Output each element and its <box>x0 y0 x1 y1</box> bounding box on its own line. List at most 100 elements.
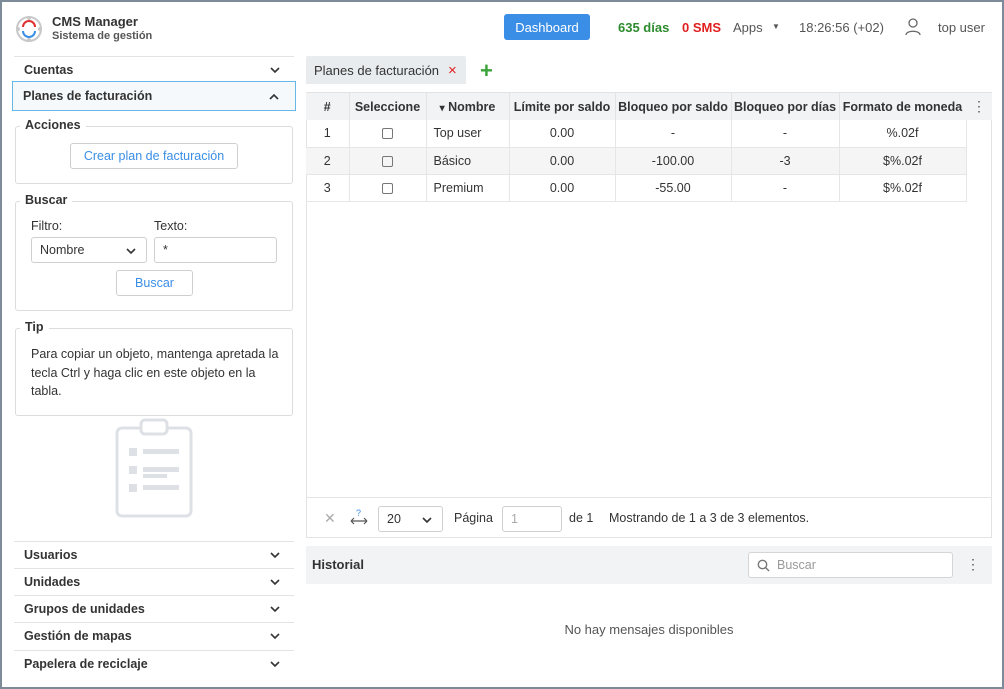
chevron-down-icon <box>270 606 280 613</box>
page-size-value: 20 <box>387 512 401 526</box>
cell-currency: $%.02f <box>839 174 967 202</box>
create-billing-plan-button[interactable]: Crear plan de facturación <box>70 143 238 169</box>
history-empty-message: No hay mensajes disponibles <box>564 622 734 637</box>
cell-block-days: - <box>731 120 840 148</box>
pager: ✕ ? 20 Página 1 de 1 Mostrando de 1 a 3 … <box>306 497 992 538</box>
row-checkbox[interactable] <box>382 155 393 167</box>
search-button[interactable]: Buscar <box>116 270 193 296</box>
column-header-name[interactable]: ▾ Nombre <box>426 93 510 120</box>
cell-limit: 0.00 <box>509 147 616 175</box>
clipboard-icon <box>115 418 193 518</box>
filter-select-value: Nombre <box>40 243 85 257</box>
close-tab-icon[interactable]: × <box>448 62 457 79</box>
app-window: CMS Manager Sistema de gestión Dashboard… <box>0 0 1004 689</box>
sidebar-section-usuarios[interactable]: Usuarios <box>14 541 294 568</box>
section-label: Grupos de unidades <box>24 602 145 616</box>
cell-name[interactable]: Premium <box>426 174 510 202</box>
search-icon <box>757 559 770 572</box>
sidebar-section-papelera[interactable]: Papelera de reciclaje <box>14 650 294 677</box>
actions-legend: Acciones <box>20 118 86 132</box>
sidebar-section-unidades[interactable]: Unidades <box>14 568 294 595</box>
search-legend: Buscar <box>20 193 73 207</box>
table-row[interactable]: 3 Premium 0.00 -55.00 - $%.02f <box>306 174 967 202</box>
tip-legend: Tip <box>20 320 49 334</box>
row-checkbox[interactable] <box>382 182 393 194</box>
page-number-input[interactable]: 1 <box>502 506 562 532</box>
section-label: Papelera de reciclaje <box>24 657 148 671</box>
chevron-down-icon <box>126 248 136 255</box>
top-bar: CMS Manager Sistema de gestión Dashboard… <box>2 2 1002 54</box>
column-header-block-days[interactable]: Bloqueo por días <box>731 93 840 120</box>
tab-label: Planes de facturación <box>314 62 440 78</box>
sms-counter: 0 SMS <box>682 20 722 35</box>
autofit-columns-icon[interactable]: ? <box>350 508 368 526</box>
chevron-down-icon <box>270 552 280 559</box>
history-search-input[interactable]: Buscar <box>748 552 953 578</box>
cell-number: 2 <box>306 147 350 175</box>
app-title: CMS Manager <box>52 14 138 29</box>
chevron-down-icon <box>270 67 280 74</box>
cell-limit: 0.00 <box>509 120 616 148</box>
apps-menu[interactable]: Apps <box>733 20 763 35</box>
table-row[interactable]: 2 Básico 0.00 -100.00 -3 $%.02f <box>306 147 967 175</box>
chevron-down-icon <box>422 517 432 524</box>
tab-billing-plans[interactable]: Planes de facturación <box>306 56 466 84</box>
history-search-placeholder: Buscar <box>777 558 816 572</box>
section-label: Usuarios <box>24 548 78 562</box>
clock: 18:26:56 (+02) <box>799 20 884 35</box>
column-header-currency[interactable]: Formato de moneda <box>839 93 967 120</box>
column-menu-icon[interactable]: ⋮ <box>966 93 992 120</box>
chevron-down-icon <box>270 579 280 586</box>
add-tab-icon[interactable]: + <box>480 58 493 84</box>
svg-text:?: ? <box>356 508 361 518</box>
page-size-select[interactable]: 20 <box>378 506 443 532</box>
chevron-down-icon <box>270 633 280 640</box>
cell-number: 3 <box>306 174 350 202</box>
sidebar-section-planes[interactable]: Planes de facturación <box>12 81 296 111</box>
filter-select[interactable]: Nombre <box>31 237 147 263</box>
cell-currency: %.02f <box>839 120 967 148</box>
cell-select <box>349 147 427 175</box>
column-header-limit[interactable]: Límite por saldo <box>509 93 616 120</box>
cell-block-days: -3 <box>731 147 840 175</box>
section-label: Unidades <box>24 575 81 589</box>
dashboard-button[interactable]: Dashboard <box>504 14 590 40</box>
cell-block-balance: -100.00 <box>615 147 732 175</box>
column-header-number[interactable]: # <box>306 93 350 120</box>
apps-caret-icon[interactable]: ▼ <box>772 22 780 31</box>
sort-desc-icon: ▾ <box>439 102 445 114</box>
history-menu-icon[interactable]: ⋮ <box>966 556 980 573</box>
cell-block-days: - <box>731 174 840 202</box>
cell-block-balance: - <box>615 120 732 148</box>
row-checkbox[interactable] <box>382 128 393 140</box>
cell-number: 1 <box>306 120 350 148</box>
history-bar: Historial Buscar ⋮ <box>306 546 992 584</box>
cell-block-balance: -55.00 <box>615 174 732 202</box>
page-count-label: de 1 <box>569 511 594 525</box>
sidebar-section-mapas[interactable]: Gestión de mapas <box>14 622 294 649</box>
table-header-row: # Seleccione ▾ Nombre Límite por saldo B… <box>306 93 967 120</box>
showing-label: Mostrando de 1 a 3 de 3 elementos. <box>609 511 810 525</box>
text-label: Texto: <box>154 219 188 233</box>
user-name[interactable]: top user <box>938 20 985 35</box>
search-text-input[interactable]: * <box>154 237 277 263</box>
cell-name[interactable]: Top user <box>426 120 510 148</box>
cell-currency: $%.02f <box>839 147 967 175</box>
column-header-select[interactable]: Seleccione <box>349 93 427 120</box>
user-icon[interactable] <box>905 18 921 36</box>
table-row[interactable]: 1 Top user 0.00 - - %.02f <box>306 120 967 148</box>
column-header-name-label: Nombre <box>448 99 496 114</box>
clear-selection-icon[interactable]: ✕ <box>324 510 336 527</box>
page-label: Página <box>454 511 493 525</box>
sidebar-section-grupos[interactable]: Grupos de unidades <box>14 595 294 622</box>
section-label: Cuentas <box>24 63 74 77</box>
chevron-up-icon <box>269 93 279 100</box>
column-header-block-balance[interactable]: Bloqueo por saldo <box>615 93 732 120</box>
section-label: Planes de facturación <box>23 89 153 103</box>
cell-select <box>349 120 427 148</box>
cell-name[interactable]: Básico <box>426 147 510 175</box>
chevron-down-icon <box>270 661 280 668</box>
sidebar-section-cuentas[interactable]: Cuentas <box>14 56 294 83</box>
cms-logo-icon <box>16 16 42 42</box>
days-remaining: 635 días <box>618 20 670 35</box>
